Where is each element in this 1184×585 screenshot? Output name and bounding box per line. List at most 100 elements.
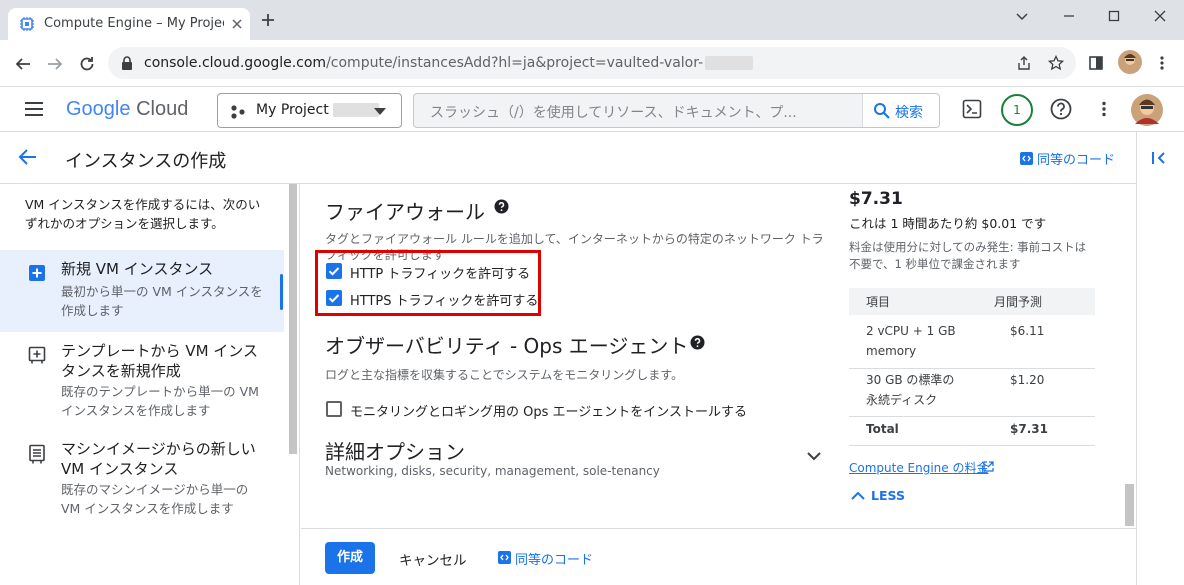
- google-cloud-logo[interactable]: Google Cloud: [66, 98, 188, 121]
- option-subtitle: 最初から単一の VM インスタンスを作成します: [61, 284, 263, 318]
- logo-google-text: Google: [66, 98, 131, 120]
- project-hierarchy-icon: [230, 104, 246, 120]
- page-title: インスタンスの作成: [65, 151, 227, 172]
- more-options-icon[interactable]: [1096, 101, 1112, 117]
- footer-equivalent-code-link[interactable]: 同等のコード: [515, 549, 593, 568]
- left-panel-scrollbar[interactable]: [289, 184, 297, 454]
- highlight-annotation-box: [315, 250, 541, 316]
- account-avatar[interactable]: [1131, 94, 1163, 126]
- equivalent-code-link[interactable]: 同等のコード: [1037, 149, 1115, 168]
- cost-row-item: 30 GB の標準の永続ディスク: [866, 373, 955, 407]
- ops-agent-checkbox[interactable]: [326, 401, 342, 417]
- hourly-price: これは 1 時間あたり約 $0.01 です: [849, 216, 1047, 231]
- tab-title: Compute Engine – My Project 81: [44, 16, 224, 31]
- search-icon: [873, 102, 891, 120]
- selected-indicator: [280, 274, 283, 310]
- option-new-vm-instance[interactable]: 新規 VM インスタンス 最初から単一の VM インスタンスを作成します: [0, 250, 284, 332]
- option-title: 新規 VM インスタンス: [61, 260, 214, 278]
- bookmark-star-icon[interactable]: [1048, 55, 1064, 71]
- browser-tab[interactable]: Compute Engine – My Project 81: [8, 8, 250, 40]
- help-icon[interactable]: [1050, 98, 1072, 120]
- tab-search-chevron-icon[interactable]: [1014, 8, 1030, 24]
- reload-icon[interactable]: [78, 55, 96, 73]
- browser-toolbar: console.cloud.google.com/compute/instanc…: [0, 40, 1184, 87]
- cost-row-value: $6.11: [1010, 324, 1045, 338]
- expand-chevron-icon[interactable]: [806, 450, 822, 462]
- add-box-icon: [28, 264, 46, 282]
- browser-menu-icon[interactable]: [1154, 55, 1170, 71]
- hamburger-menu-icon[interactable]: [24, 100, 44, 118]
- url-text: console.cloud.google.com/compute/instanc…: [144, 55, 754, 71]
- new-tab-icon[interactable]: [260, 12, 276, 28]
- side-panel-icon[interactable]: [1088, 55, 1104, 71]
- options-intro-text: VM インスタンスを作成するには、次のいずれかのオプションを選択します。: [25, 197, 261, 231]
- cost-estimate-panel: $7.31 これは 1 時間あたり約 $0.01 です 料金は使用分に対してのみ…: [849, 184, 1099, 528]
- search-input[interactable]: スラッシュ（/）を使用してリソース、ドキュメント、プ...: [430, 102, 797, 122]
- console-header: Google Cloud My Project スラッシュ（/）を使用してリソー…: [0, 87, 1184, 132]
- chevron-up-icon: [851, 491, 865, 501]
- observability-title: オブザーバビリティ - Ops エージェント: [325, 334, 689, 358]
- maximize-icon[interactable]: [1106, 8, 1122, 24]
- cost-total-label: Total: [866, 422, 899, 436]
- collapse-panel-icon[interactable]: [1151, 150, 1167, 166]
- option-title: テンプレートから VM インスタンスを新規作成: [61, 342, 258, 380]
- create-button[interactable]: 作成: [325, 542, 375, 574]
- search-button[interactable]: 検索: [862, 94, 939, 127]
- option-vm-from-template[interactable]: テンプレートから VM インスタンスを新規作成 既存のテンプレートから単一の V…: [0, 332, 284, 427]
- firewall-help-icon[interactable]: [494, 199, 509, 214]
- pricing-note: 料金は使用分に対してのみ発生: 事前コストは不要で、1 秒単位で課金されます: [849, 240, 1087, 271]
- project-name: My Project: [256, 102, 380, 118]
- observability-description: ログと主な指標を収集することでシステムをモニタリングします。: [325, 368, 684, 382]
- less-toggle[interactable]: LESS: [871, 488, 905, 503]
- back-arrow-icon[interactable]: [18, 148, 38, 166]
- main-scrollbar[interactable]: [1125, 484, 1134, 526]
- advanced-options-description: Networking, disks, security, management,…: [325, 464, 660, 478]
- browser-profile-avatar[interactable]: [1118, 50, 1142, 74]
- col-item-header: 項目: [866, 295, 891, 309]
- cost-total-value: $7.31: [1010, 422, 1048, 436]
- back-icon[interactable]: [14, 55, 32, 73]
- advanced-options-title[interactable]: 詳細オプション: [325, 436, 465, 465]
- form-footer: 作成 キャンセル 同等のコード: [301, 528, 1136, 585]
- minimize-icon[interactable]: [1061, 8, 1077, 24]
- ops-agent-checkbox-label: モニタリングとロギング用の Ops エージェントをインストールする: [350, 405, 748, 420]
- project-dropdown-icon: [374, 108, 386, 116]
- compute-engine-pricing-link[interactable]: Compute Engine の料金: [849, 459, 988, 476]
- right-collapse-strip: [1136, 132, 1184, 585]
- observability-help-icon[interactable]: [690, 335, 705, 350]
- firewall-title: ファイアウォール: [325, 200, 485, 224]
- address-bar[interactable]: console.cloud.google.com/compute/instanc…: [108, 47, 1076, 79]
- search-button-label: 検索: [895, 105, 923, 121]
- code-brackets-icon: [1020, 152, 1033, 165]
- monthly-price: $7.31: [849, 189, 903, 209]
- lock-icon[interactable]: [121, 56, 133, 70]
- code-brackets-icon: [498, 551, 511, 564]
- option-vm-from-machine-image[interactable]: マシンイメージからの新しい VM インスタンス 既存のマシンイメージから単一の …: [0, 430, 284, 525]
- console-search[interactable]: スラッシュ（/）を使用してリソース、ドキュメント、プ... 検索: [413, 93, 940, 128]
- option-subtitle: 既存のテンプレートから単一の VM インスタンスを作成します: [61, 384, 259, 418]
- cost-row-item: 2 vCPU + 1 GB memory: [866, 324, 956, 358]
- ops-agent-option[interactable]: モニタリングとロギング用の Ops エージェントをインストールする: [326, 400, 748, 420]
- cost-row-value: $1.20: [1010, 373, 1045, 387]
- share-icon[interactable]: [1016, 55, 1032, 71]
- logo-cloud-text: Cloud: [136, 98, 189, 120]
- option-title: マシンイメージからの新しい VM インスタンス: [61, 440, 256, 478]
- tab-close-icon[interactable]: [230, 17, 244, 31]
- browser-tab-strip: Compute Engine – My Project 81: [0, 0, 1184, 40]
- forward-icon[interactable]: [46, 55, 64, 73]
- page-title-bar: インスタンスの作成 同等のコード: [0, 132, 1136, 184]
- firewall-description: タグとファイアウォール ルールを追加して、インターネットからの特定のネットワーク…: [325, 232, 824, 246]
- template-add-icon: [28, 346, 46, 364]
- window-close-icon[interactable]: [1152, 8, 1168, 24]
- col-monthly-header: 月間予測: [994, 295, 1043, 309]
- url-host: console.cloud.google.com: [144, 55, 327, 71]
- notifications-badge[interactable]: 1: [1001, 94, 1033, 126]
- creation-options-panel: VM インスタンスを作成するには、次のいずれかのオプションを選択します。 新規 …: [0, 184, 300, 585]
- cancel-button[interactable]: キャンセル: [399, 549, 467, 569]
- url-path: /compute/instancesAdd?hl=ja&project=vaul…: [326, 55, 704, 71]
- project-picker[interactable]: My Project: [217, 93, 402, 128]
- machine-image-icon: [28, 444, 46, 464]
- external-link-icon: [983, 461, 994, 472]
- compute-engine-favicon-icon: [20, 17, 34, 31]
- cloud-shell-icon[interactable]: [962, 99, 982, 119]
